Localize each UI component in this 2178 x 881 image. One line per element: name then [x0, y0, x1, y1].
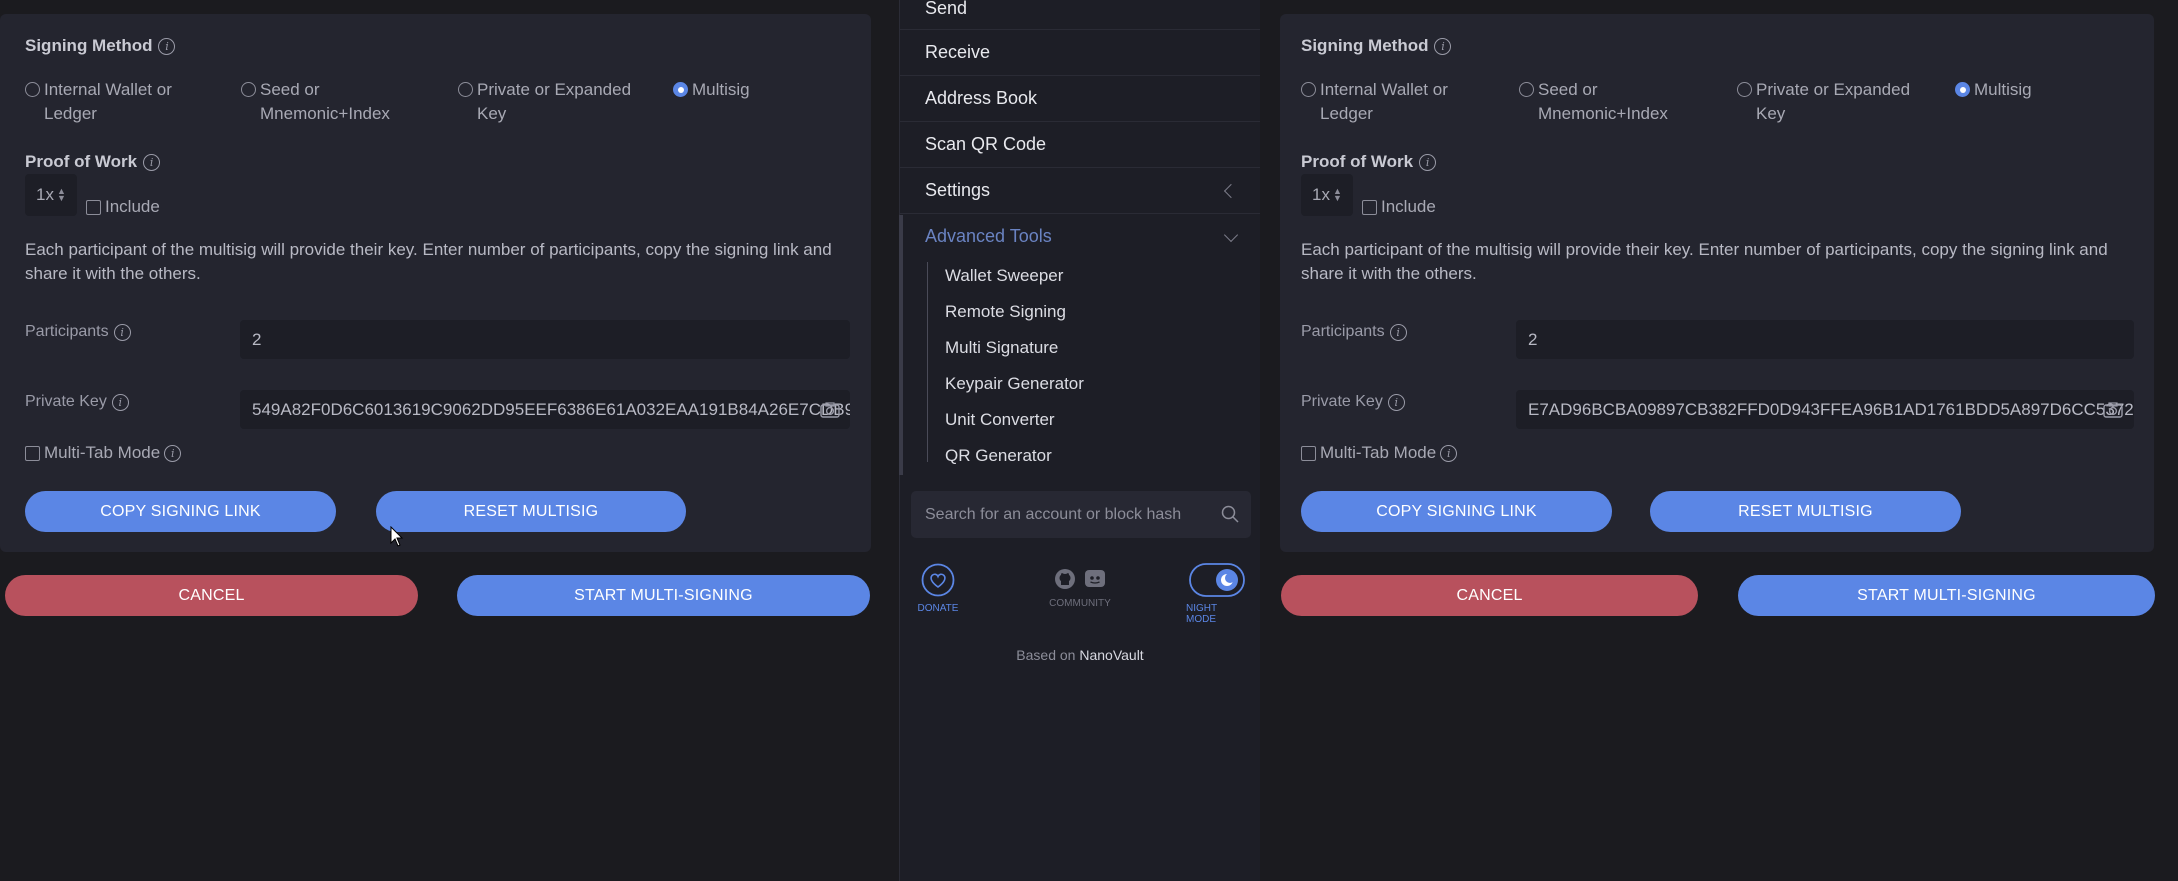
sub-item-keypair-generator[interactable]: Keypair Generator — [945, 374, 1084, 394]
radio-multisig[interactable]: Multisig — [1955, 78, 2032, 102]
nav-item-settings[interactable]: Settings — [925, 180, 990, 201]
donate-link[interactable]: DONATE — [913, 563, 963, 614]
night-mode-toggle[interactable]: NIGHT MODE — [1186, 563, 1248, 625]
scrollbar-accent — [899, 215, 903, 475]
radio-button[interactable] — [1301, 82, 1316, 97]
nav-item-send[interactable]: Send — [925, 0, 967, 19]
info-icon[interactable]: i — [1434, 37, 1452, 55]
checkbox[interactable] — [1362, 199, 1377, 215]
community-links[interactable]: COMMUNITY — [1047, 566, 1113, 609]
info-icon[interactable]: i — [164, 444, 182, 462]
checkbox[interactable] — [86, 199, 101, 215]
radio-button[interactable] — [1519, 82, 1534, 97]
radio-button[interactable] — [458, 82, 473, 97]
nanovault-link[interactable]: NanoVault — [1079, 647, 1143, 663]
checkbox[interactable] — [1301, 445, 1316, 461]
private-key-label: Private Key i — [25, 393, 129, 411]
info-icon[interactable]: i — [113, 323, 131, 341]
github-icon[interactable] — [1054, 568, 1076, 590]
sub-item-multi-signature[interactable]: Multi Signature — [945, 338, 1058, 358]
info-icon[interactable]: i — [1389, 323, 1407, 341]
start-multi-signing-button[interactable]: START MULTI-SIGNING — [1738, 575, 2155, 616]
pow-include-checkbox[interactable]: Include — [1362, 197, 1436, 217]
divider — [900, 213, 1260, 214]
divider — [900, 29, 1260, 30]
cancel-button[interactable]: CANCEL — [1281, 575, 1698, 616]
chevron-left-icon — [1223, 183, 1239, 199]
signing-method-heading: Signing Method i — [25, 36, 176, 56]
chevron-down-icon — [1223, 227, 1239, 243]
sub-item-qr-generator[interactable]: QR Generator — [945, 446, 1052, 466]
radio-button-selected[interactable] — [1955, 82, 1970, 97]
search-icon[interactable] — [1221, 505, 1239, 523]
multisig-panel-right: Signing Method i Internal Wallet or Ledge… — [1280, 14, 2154, 552]
radio-seed[interactable]: Seed or Mnemonic+Index — [1519, 78, 1668, 126]
multi-tab-mode-checkbox[interactable]: Multi-Tab Mode i — [1301, 443, 1458, 463]
pow-multiplier-select[interactable]: 1x ▲ ▼ — [1301, 174, 1353, 216]
nav-item-scan-qr[interactable]: Scan QR Code — [925, 134, 1046, 155]
divider — [900, 121, 1260, 122]
sidebar-nav: Send Receive Address Book Scan QR Code S… — [900, 0, 1260, 881]
private-key-input[interactable]: 549A82F0D6C6013619C9062DD95EEF6386E61A03… — [240, 390, 850, 429]
divider — [900, 75, 1260, 76]
proof-of-work-heading: Proof of Work i — [25, 152, 161, 172]
discord-icon[interactable] — [1084, 568, 1106, 590]
radio-multisig[interactable]: Multisig — [673, 78, 750, 102]
divider — [900, 167, 1260, 168]
signing-method-heading: Signing Method i — [1301, 36, 1452, 56]
private-key-input[interactable]: E7AD96BCBA09897CB382FFD0D943FFEA96B1AD17… — [1516, 390, 2134, 429]
reset-multisig-button[interactable]: RESET MULTISIG — [376, 491, 686, 532]
info-icon[interactable]: i — [111, 393, 129, 411]
pow-include-checkbox[interactable]: Include — [86, 197, 160, 217]
advanced-tools-tree-line — [927, 262, 928, 462]
night-mode-toggle-icon[interactable] — [1189, 563, 1245, 597]
mouse-cursor-icon — [390, 526, 404, 547]
info-icon[interactable]: i — [1387, 393, 1405, 411]
multisig-description: Each participant of the multisig will pr… — [25, 240, 832, 283]
nav-item-receive[interactable]: Receive — [925, 42, 990, 63]
radio-button[interactable] — [1737, 82, 1752, 97]
participants-input[interactable]: 2 — [240, 320, 850, 359]
sub-item-remote-signing[interactable]: Remote Signing — [945, 302, 1066, 322]
radio-private-key[interactable]: Private or Expanded Key — [458, 78, 631, 126]
info-icon[interactable]: i — [158, 37, 176, 55]
nav-item-advanced-tools[interactable]: Advanced Tools — [925, 226, 1052, 247]
radio-button[interactable] — [25, 82, 40, 97]
proof-of-work-heading: Proof of Work i — [1301, 152, 1437, 172]
radio-private-key[interactable]: Private or Expanded Key — [1737, 78, 1910, 126]
copy-signing-link-button[interactable]: COPY SIGNING LINK — [25, 491, 336, 532]
multisig-panel-left: Signing Method i Internal Wallet or Ledge… — [0, 14, 871, 552]
start-multi-signing-button[interactable]: START MULTI-SIGNING — [457, 575, 870, 616]
select-arrows-icon: ▲ ▼ — [56, 186, 66, 203]
info-icon[interactable]: i — [1419, 153, 1437, 171]
copy-signing-link-button[interactable]: COPY SIGNING LINK — [1301, 491, 1612, 532]
private-key-label: Private Key i — [1301, 393, 1405, 411]
sub-item-unit-converter[interactable]: Unit Converter — [945, 410, 1055, 430]
info-icon[interactable]: i — [143, 153, 161, 171]
cancel-button[interactable]: CANCEL — [5, 575, 418, 616]
participants-input[interactable]: 2 — [1516, 320, 2134, 359]
radio-seed[interactable]: Seed or Mnemonic+Index — [241, 78, 390, 126]
search-input[interactable]: Search for an account or block hash — [911, 491, 1251, 538]
multi-tab-mode-checkbox[interactable]: Multi-Tab Mode i — [25, 443, 182, 463]
checkbox[interactable] — [25, 445, 40, 461]
multisig-description: Each participant of the multisig will pr… — [1301, 240, 2108, 283]
radio-internal-wallet[interactable]: Internal Wallet or Ledger — [1301, 78, 1448, 126]
based-on-footer: Based on NanoVault — [1016, 647, 1144, 663]
reset-multisig-button[interactable]: RESET MULTISIG — [1650, 491, 1961, 532]
pow-multiplier-select[interactable]: 1x ▲ ▼ — [25, 174, 77, 216]
radio-internal-wallet[interactable]: Internal Wallet or Ledger — [25, 78, 172, 126]
participants-label: Participants i — [1301, 323, 1407, 341]
info-icon[interactable]: i — [1440, 444, 1458, 462]
radio-button[interactable] — [241, 82, 256, 97]
heart-icon — [921, 563, 955, 597]
camera-icon[interactable] — [2103, 402, 2123, 418]
select-arrows-icon: ▲ ▼ — [1332, 186, 1342, 203]
radio-button-selected[interactable] — [673, 82, 688, 97]
participants-label: Participants i — [25, 323, 131, 341]
camera-icon[interactable] — [820, 402, 840, 418]
sub-item-wallet-sweeper[interactable]: Wallet Sweeper — [945, 266, 1063, 286]
nav-item-address-book[interactable]: Address Book — [925, 88, 1037, 109]
